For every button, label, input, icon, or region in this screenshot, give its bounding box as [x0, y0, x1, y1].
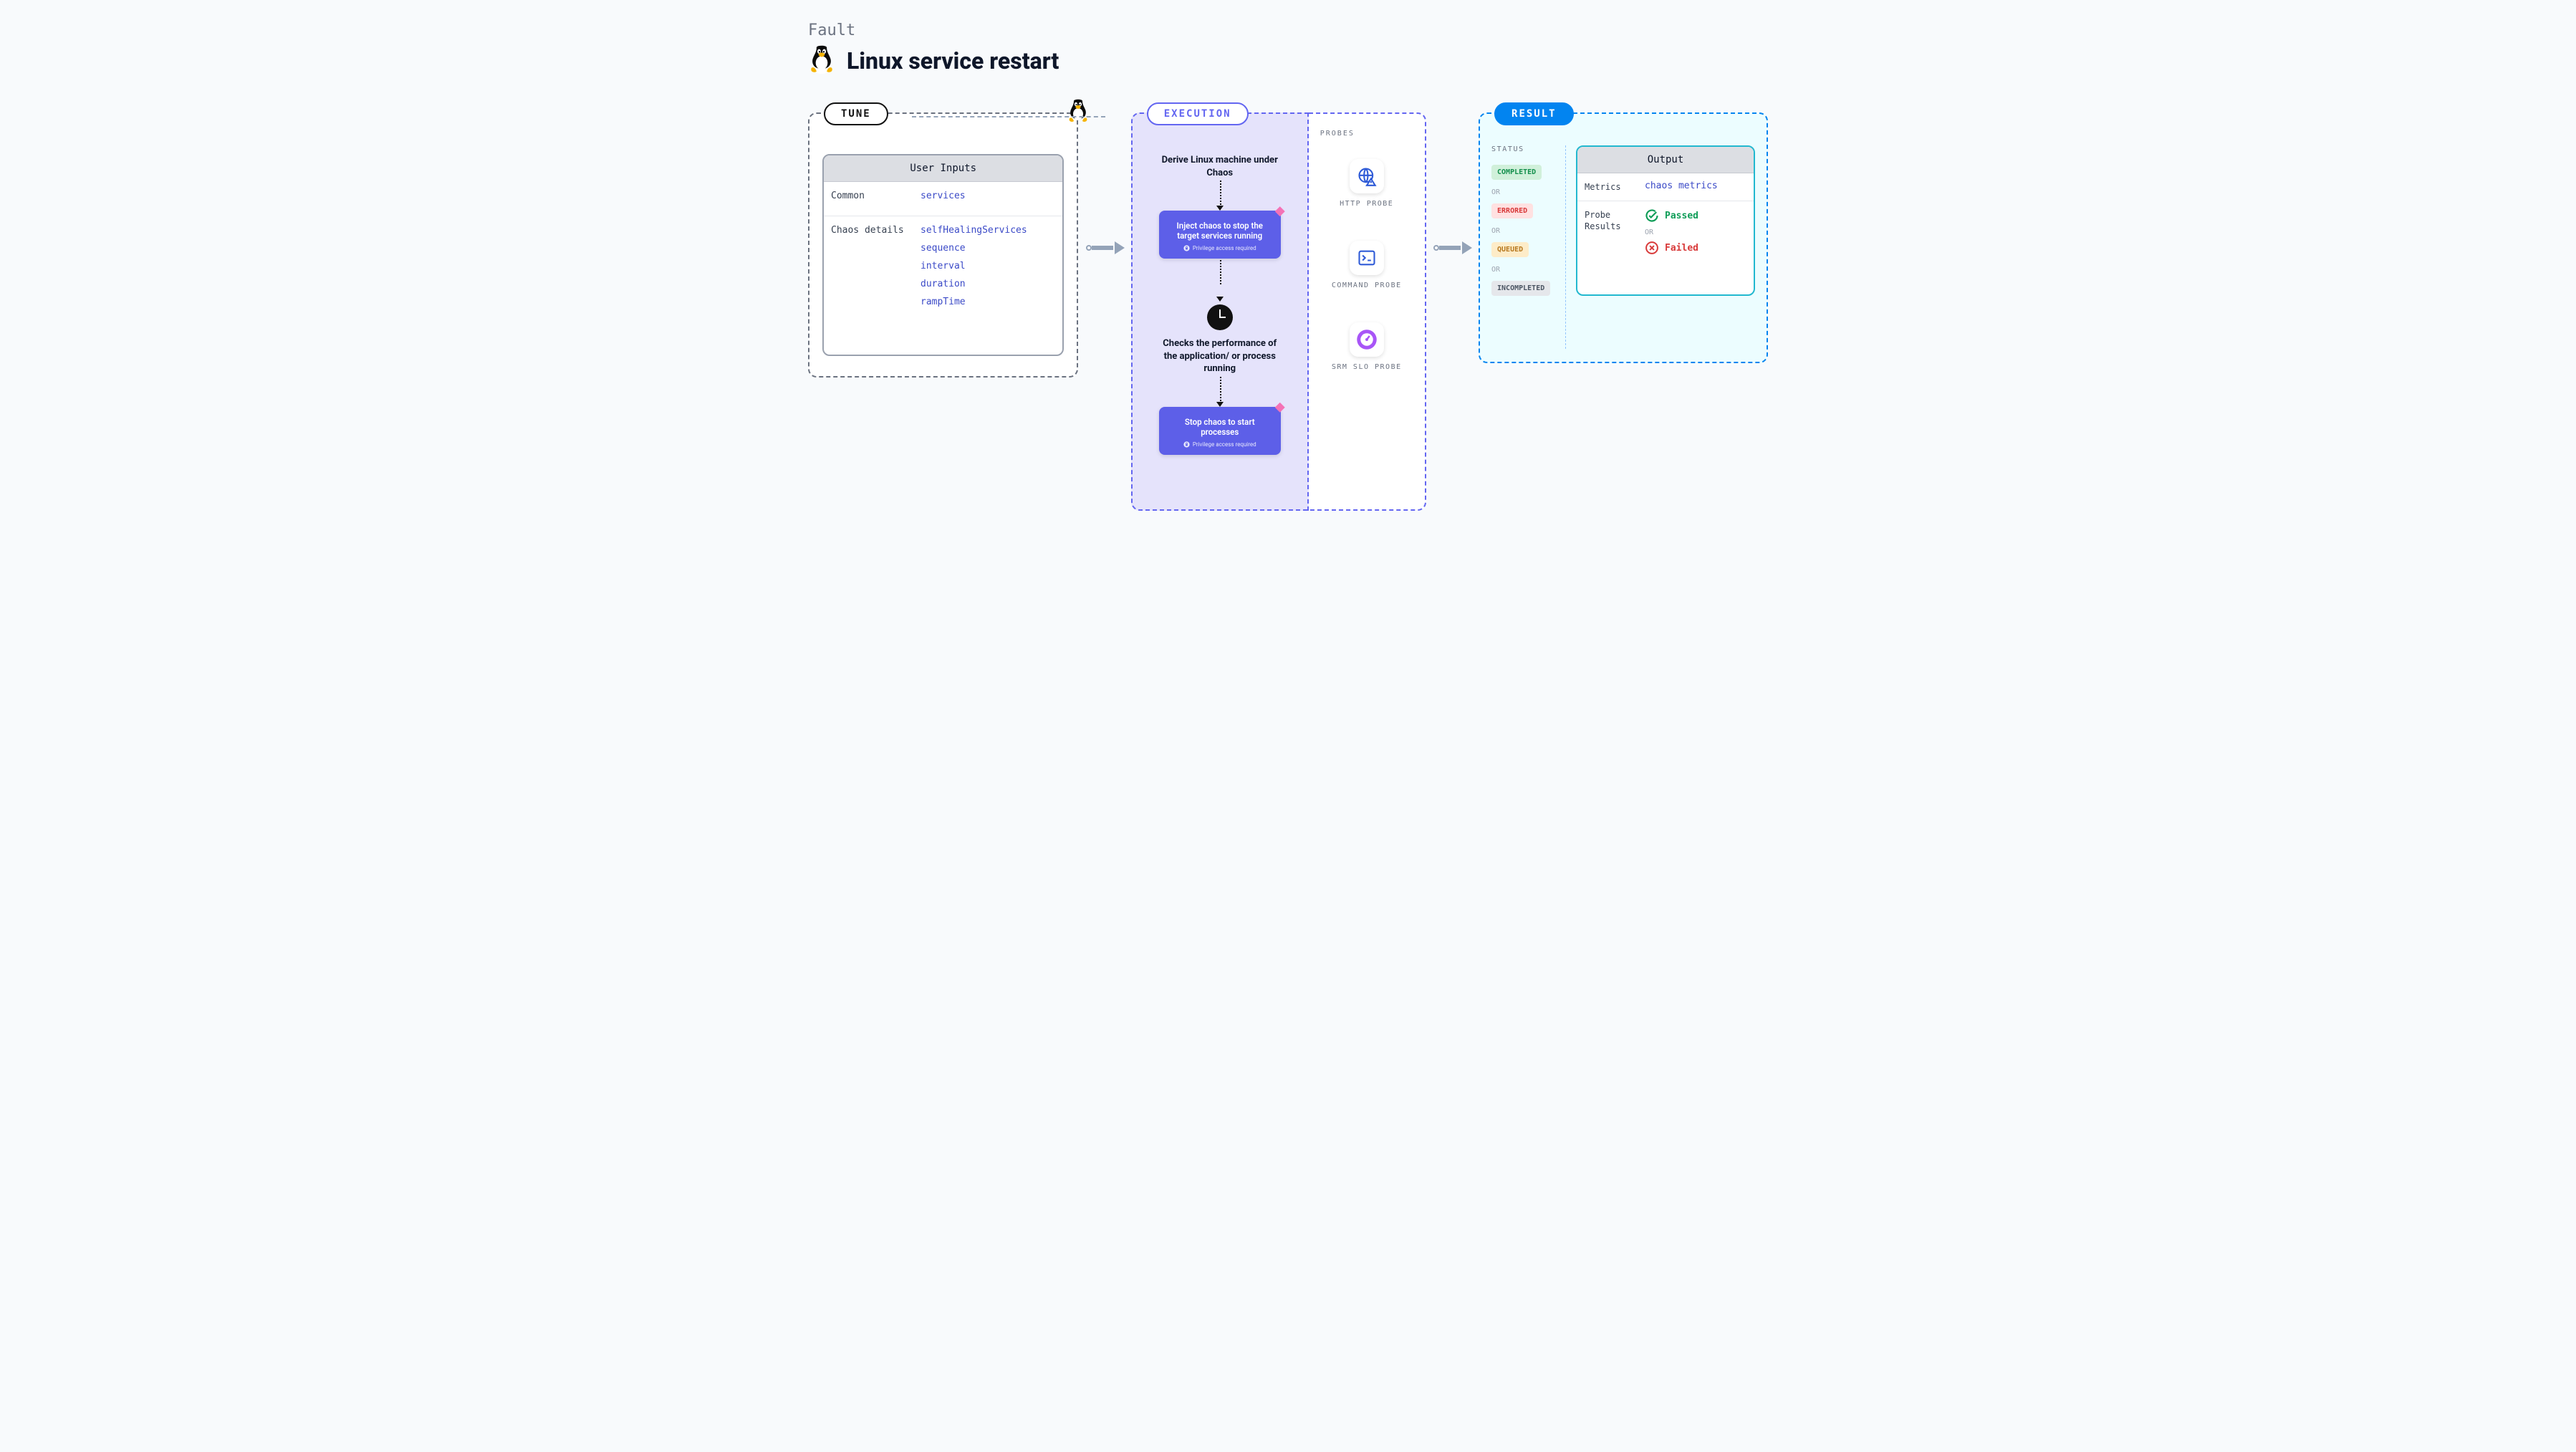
probes-label: PROBES: [1315, 130, 1419, 138]
probe-label: SRM SLO PROBE: [1332, 362, 1402, 372]
input-param: duration: [921, 277, 1062, 295]
row-values: services: [921, 182, 1062, 216]
page-title: Linux service restart: [847, 47, 1059, 74]
privilege-note: Privilege access required: [1168, 441, 1272, 448]
connector-dot: [1433, 245, 1439, 251]
pin-icon: [1275, 403, 1285, 413]
result-tag: RESULT: [1494, 102, 1574, 125]
globe-alert-icon: [1350, 159, 1384, 193]
lock-icon: [1183, 441, 1190, 448]
privilege-text: Privilege access required: [1193, 245, 1256, 251]
inputs-row-common: Common services: [824, 182, 1062, 216]
passed-text: Passed: [1665, 211, 1698, 221]
metrics-label: Metrics: [1577, 173, 1639, 201]
tux-small-icon: [1067, 98, 1090, 130]
output-row-probe: Probe Results Passed OR: [1577, 201, 1754, 264]
exec-step-derive: Derive Linux machine under Chaos: [1155, 154, 1284, 179]
stage-row: TUNE User Inputs Common: [808, 112, 1768, 511]
row-label: Chaos details: [824, 216, 921, 322]
exec-steps: Derive Linux machine under Chaos Inject …: [1144, 154, 1296, 455]
chaos-card-text: Stop chaos to start processes: [1168, 417, 1272, 437]
kicker: Fault: [808, 21, 1768, 39]
execution-panel: EXECUTION Derive Linux machine under Cha…: [1131, 112, 1309, 511]
execution-tag: EXECUTION: [1147, 102, 1249, 125]
chaos-card-text: Inject chaos to stop the target services…: [1168, 221, 1272, 241]
probe-srm: SRM SLO PROBE: [1315, 322, 1419, 372]
failed-text: Failed: [1665, 243, 1698, 254]
execution-group: EXECUTION Derive Linux machine under Cha…: [1131, 112, 1426, 511]
clock-icon: [1207, 304, 1233, 330]
check-circle-icon: [1645, 208, 1659, 223]
gauge-icon: [1350, 322, 1384, 357]
input-param: selfHealingServices: [921, 223, 1062, 241]
privilege-note: Privilege access required: [1168, 245, 1272, 251]
row-values: selfHealingServices sequence interval du…: [921, 216, 1062, 322]
probe-results-values: Passed OR Failed: [1639, 201, 1754, 264]
output-title: Output: [1577, 147, 1754, 173]
exec-step-check: Checks the performance of the applicatio…: [1155, 337, 1284, 375]
probe-command: COMMAND PROBE: [1315, 241, 1419, 291]
x-circle-icon: [1645, 241, 1659, 255]
page: Fault Linux service restart TUNE: [772, 0, 1804, 554]
output-row-metrics: Metrics chaos metrics: [1577, 173, 1754, 201]
status-heading: STATUS: [1491, 145, 1558, 153]
arrow-right-icon: [1092, 241, 1123, 254]
or-divider: OR: [1491, 227, 1558, 235]
status-queued: QUEUED: [1491, 242, 1529, 257]
inputs-row-chaos: Chaos details selfHealingServices sequen…: [824, 216, 1062, 322]
pin-icon: [1275, 206, 1285, 216]
status-column: STATUS COMPLETED OR ERRORED OR QUEUED OR…: [1491, 145, 1566, 349]
arrow-connector: [1078, 112, 1130, 254]
metrics-value: chaos metrics: [1639, 173, 1754, 201]
input-param: services: [921, 189, 1062, 207]
result-panel: RESULT STATUS COMPLETED OR ERRORED OR QU…: [1479, 112, 1768, 363]
input-param: rampTime: [921, 295, 1062, 313]
status-incompleted: INCOMPLETED: [1491, 281, 1550, 296]
status-completed: COMPLETED: [1491, 165, 1542, 180]
status-errored: ERRORED: [1491, 203, 1533, 218]
chaos-inject-card: Inject chaos to stop the target services…: [1159, 211, 1281, 259]
input-param: interval: [921, 259, 1062, 277]
output-card: Output Metrics chaos metrics Probe Resul…: [1576, 145, 1755, 296]
connector-dot: [1086, 245, 1092, 251]
or-divider: OR: [1645, 229, 1748, 236]
row-label: Common: [824, 182, 921, 216]
probe-failed: Failed: [1645, 241, 1748, 255]
chaos-stop-card: Stop chaos to start processes Privilege …: [1159, 407, 1281, 455]
tune-tag: TUNE: [824, 102, 888, 125]
probes-panel: PROBES HTTP PROBE: [1309, 112, 1426, 511]
title-row: Linux service restart: [808, 44, 1768, 78]
or-divider: OR: [1491, 188, 1558, 196]
user-inputs-title: User Inputs: [824, 155, 1062, 182]
arrow-right-icon: [1439, 241, 1471, 254]
probe-results-label: Probe Results: [1577, 201, 1639, 264]
privilege-text: Privilege access required: [1193, 441, 1256, 448]
input-param: sequence: [921, 241, 1062, 259]
tux-icon: [808, 44, 835, 78]
dashed-connector: [912, 116, 1105, 117]
probe-label: COMMAND PROBE: [1332, 281, 1402, 291]
or-divider: OR: [1491, 266, 1558, 274]
terminal-icon: [1350, 241, 1384, 275]
probe-passed: Passed: [1645, 208, 1748, 223]
user-inputs-card: User Inputs Common services Chaos detail…: [822, 154, 1064, 356]
tune-panel: TUNE User Inputs Common: [808, 112, 1078, 378]
arrow-connector: [1426, 112, 1479, 254]
probe-label: HTTP PROBE: [1340, 199, 1393, 209]
lock-icon: [1183, 245, 1190, 251]
probe-http: HTTP PROBE: [1315, 159, 1419, 209]
